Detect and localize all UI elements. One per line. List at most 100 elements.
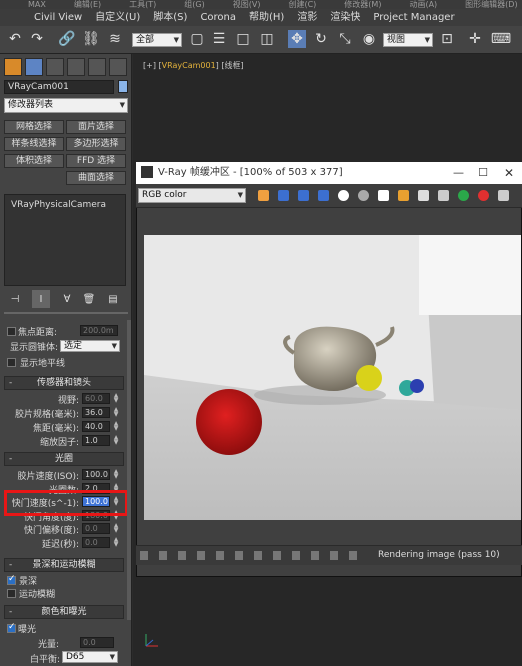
spinner-arrows-icon[interactable]: ▲ ▼ [112,421,120,432]
light-value-field[interactable]: 0.0 [80,637,114,648]
modifier-button[interactable]: 曲面选择 [66,171,126,185]
menu-item[interactable]: 脚本(S) [153,9,187,26]
menu-item[interactable]: 组(G) [184,0,204,9]
status-tool-icon[interactable] [273,551,281,560]
rectangular-selection-icon[interactable]: □ [234,30,252,48]
menu-item[interactable]: 编辑(E) [74,0,101,9]
minimize-icon[interactable]: — [453,162,464,184]
param-field[interactable]: 36.0 [82,407,110,418]
channel-dropdown[interactable]: RGB color [138,188,246,203]
param-field[interactable]: 60.0 [82,393,110,404]
menu-item[interactable]: MAX [28,0,46,9]
close-icon[interactable]: ✕ [504,162,514,184]
white-balance-dropdown[interactable]: D65 [62,651,118,663]
remove-modifier-icon[interactable]: 🗑 [80,290,98,308]
status-tool-icon[interactable] [330,551,338,560]
alpha-icon[interactable] [338,190,349,201]
region-render-icon[interactable] [458,190,469,201]
mono-icon[interactable] [358,190,369,201]
status-tool-icon[interactable] [349,551,357,560]
exposure-checkbox[interactable] [7,622,16,633]
menu-item[interactable]: 工具(T) [129,0,156,9]
dof-checkbox[interactable] [7,589,16,598]
aperture-section-header[interactable]: - 光圈 [4,452,124,466]
viewport-label[interactable]: [+] [VRayCam001] [线框] [143,60,244,71]
reference-coordinate-dropdown[interactable]: 视图 [383,33,433,47]
menu-item[interactable]: Project Manager [373,9,454,26]
modifier-button[interactable]: 网格选择 [4,120,64,134]
focus-distance-checkbox[interactable] [7,327,16,336]
menu-item[interactable]: 图形编辑器(D) [465,0,517,9]
status-tool-icon[interactable] [178,551,186,560]
modifier-button[interactable]: 体积选择 [4,154,64,168]
maximize-icon[interactable]: ☐ [478,162,488,184]
menu-item[interactable]: Civil View [34,9,82,26]
hierarchy-tab-icon[interactable] [46,58,64,76]
param-field[interactable]: 1.0 [82,435,110,446]
status-tool-icon[interactable] [254,551,262,560]
menu-item[interactable]: 自定义(U) [95,9,140,26]
blue-channel-icon[interactable] [318,190,329,201]
keyboard-shortcut-icon[interactable]: ⌨ [491,30,511,48]
red-channel-icon[interactable] [278,190,289,201]
show-horizon-checkbox[interactable] [7,358,16,367]
window-crossing-icon[interactable]: ◫ [258,30,276,48]
dof-checkbox[interactable] [7,574,16,585]
status-tool-icon[interactable] [292,551,300,560]
menu-item[interactable]: 渲影 [297,9,317,26]
scale-icon[interactable]: ⤡ [336,30,354,48]
status-tool-icon[interactable] [216,551,224,560]
status-tool-icon[interactable] [235,551,243,560]
color-picker-icon[interactable] [258,190,269,201]
make-unique-icon[interactable]: ∀ [58,290,76,308]
render-icon[interactable] [498,190,509,201]
selection-filter-dropdown[interactable]: 全部 [132,33,182,47]
menu-item[interactable]: 修改器(M) [344,0,381,9]
menu-item[interactable]: 帮助(H) [249,9,284,26]
modify-tab-icon[interactable] [25,58,43,76]
object-color-swatch[interactable] [118,80,128,93]
menu-item[interactable]: 动画(A) [409,0,437,9]
green-channel-icon[interactable] [298,190,309,201]
redo-icon[interactable]: ↷ [28,30,46,48]
param-field[interactable]: 0.0 [82,536,110,548]
spinner-arrows-icon[interactable]: ▲ ▼ [112,523,120,534]
sensor-section-header[interactable]: - 传感器和镜头 [4,376,124,390]
pivot-center-icon[interactable]: ⊡ [438,30,456,48]
menu-item[interactable]: 创建(C) [288,0,316,9]
spinner-arrows-icon[interactable]: ▲ ▼ [112,435,120,446]
show-cone-dropdown[interactable]: 选定 [60,340,120,352]
modifier-button[interactable]: 多边形选择 [66,137,126,151]
configure-sets-icon[interactable]: ▤ [104,290,122,308]
select-and-manipulate-icon[interactable]: ✛ [466,30,484,48]
unlink-icon[interactable]: ⛓ [82,30,100,48]
spinner-arrows-icon[interactable]: ▲ ▼ [112,407,120,418]
create-tab-icon[interactable] [4,58,22,76]
color-exposure-section-header[interactable]: - 颜色和曝光 [4,605,124,619]
display-tab-icon[interactable] [88,58,106,76]
status-tool-icon[interactable] [197,551,205,560]
status-tool-icon[interactable] [140,551,148,560]
command-panel-scrollbar[interactable] [127,320,131,620]
motion-tab-icon[interactable] [67,58,85,76]
placement-icon[interactable]: ◉ [360,30,378,48]
pin-stack-icon[interactable]: ⊣ [6,290,24,308]
param-field[interactable]: 100.0 [82,469,110,480]
spinner-arrows-icon[interactable]: ▲ ▼ [112,393,120,404]
modifier-button[interactable]: 样条线选择 [4,137,64,151]
select-by-name-icon[interactable]: ☰ [210,30,228,48]
param-field[interactable]: 0.0 [82,523,110,534]
param-field[interactable]: 40.0 [82,421,110,432]
status-tool-icon[interactable] [159,551,167,560]
status-tool-icon[interactable] [311,551,319,560]
undo-icon[interactable]: ↶ [6,30,24,48]
focus-distance-field[interactable]: 200.0m [80,325,118,336]
save-image-icon[interactable] [378,190,389,201]
menu-item[interactable]: Corona [200,9,236,26]
spinner-arrows-icon[interactable]: ▲ ▼ [112,469,120,480]
modifier-button[interactable]: FFD 选择 [66,154,126,168]
link-icon[interactable]: 🔗 [58,30,76,48]
menu-item[interactable]: 视图(V) [233,0,261,9]
show-end-result-icon[interactable]: I [32,290,50,308]
clear-icon[interactable] [418,190,429,201]
